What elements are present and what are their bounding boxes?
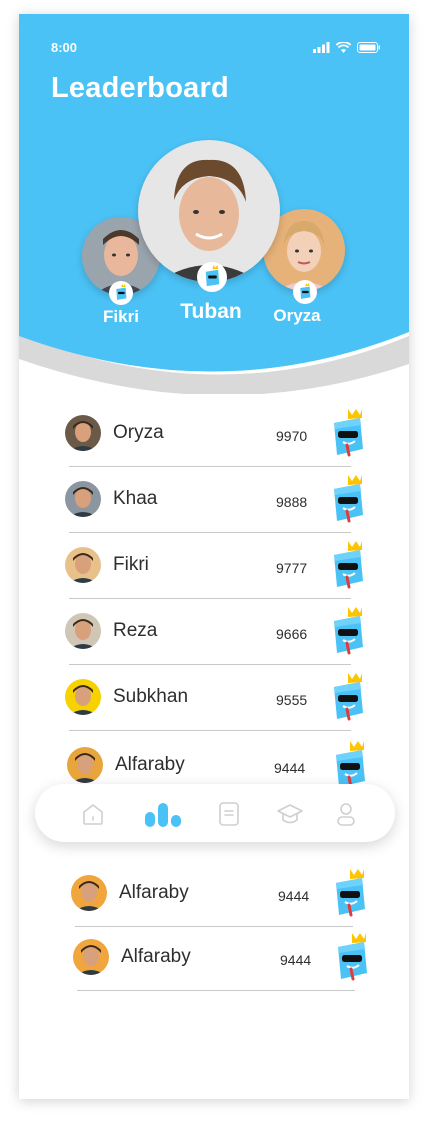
avatar[interactable] — [73, 939, 109, 975]
mascot-badge-icon — [334, 409, 363, 457]
leaderboard-row[interactable]: Alfaraby 9444 — [19, 861, 409, 927]
leaderboard-row[interactable]: Alfaraby 9444 — [19, 925, 409, 991]
player-score: 9444 — [280, 952, 312, 968]
mascot-badge-icon — [338, 933, 367, 981]
podium-badge-third — [293, 280, 317, 304]
player-score: 9555 — [276, 692, 308, 708]
wifi-icon — [336, 42, 351, 53]
avatar[interactable] — [65, 481, 101, 517]
player-name: Fikri — [113, 554, 149, 575]
player-score: 9888 — [276, 494, 308, 510]
mascot-badge-icon — [334, 607, 363, 655]
player-name: Khaa — [113, 488, 158, 509]
avatar[interactable] — [71, 875, 107, 911]
battery-icon — [357, 42, 380, 53]
player-score: 9666 — [276, 626, 308, 642]
podium-name-first: Tuban — [180, 300, 242, 323]
rank-badge — [331, 475, 365, 525]
player-score: 9444 — [278, 888, 310, 904]
nav-home[interactable] — [78, 799, 108, 829]
leaderboard-row[interactable]: Khaa 9888 — [19, 467, 409, 533]
avatar[interactable] — [65, 415, 101, 451]
podium-badge-first — [197, 262, 227, 292]
nav-leaderboard[interactable] — [143, 799, 183, 829]
phone-screen: 8:00 Leaderboard Fikri Oryza Tuban Oryza… — [19, 14, 409, 1099]
avatar[interactable] — [67, 747, 103, 783]
avatar[interactable] — [65, 613, 101, 649]
leaderboard-row[interactable]: Oryza 9970 — [19, 401, 409, 467]
nav-profile[interactable] — [331, 799, 361, 829]
player-name: Alfaraby — [121, 946, 191, 967]
podium-name-third: Oryza — [273, 306, 321, 325]
mascot-badge-icon — [334, 541, 363, 589]
rank-badge — [331, 607, 365, 657]
bottom-navigation-bar — [35, 784, 395, 842]
player-name: Reza — [113, 620, 158, 641]
book-icon — [219, 802, 239, 826]
player-name: Alfaraby — [119, 882, 189, 903]
podium-badge-second — [109, 281, 133, 305]
rank-badge — [331, 409, 365, 459]
player-name: Subkhan — [113, 686, 189, 707]
player-name: Alfaraby — [115, 754, 185, 775]
player-score: 9777 — [276, 560, 308, 576]
status-bar: 8:00 — [51, 40, 381, 58]
podium-avatar-first[interactable] — [138, 140, 280, 282]
rank-badge — [331, 673, 365, 723]
avatar[interactable] — [65, 547, 101, 583]
row-divider — [77, 990, 355, 991]
leaderboard-row[interactable]: Fikri 9777 — [19, 533, 409, 599]
nav-book[interactable] — [214, 799, 244, 829]
mascot-badge-icon — [334, 475, 363, 523]
player-score: 9970 — [276, 428, 308, 444]
leaderboard-row[interactable]: Reza 9666 — [19, 599, 409, 665]
status-time: 8:00 — [51, 40, 78, 55]
player-score: 9444 — [274, 760, 306, 776]
leaderboard-icon — [145, 803, 181, 827]
avatar[interactable] — [65, 679, 101, 715]
rank-badge — [331, 541, 365, 591]
page-title: Leaderboard — [51, 72, 229, 104]
graduation-cap-icon — [277, 804, 303, 824]
podium-name-second: Fikri — [103, 307, 139, 326]
row-divider — [69, 730, 351, 731]
player-name: Oryza — [113, 422, 164, 443]
rank-badge — [333, 869, 367, 919]
rank-badge — [335, 933, 369, 983]
mascot-badge-icon — [336, 869, 365, 917]
home-icon — [83, 804, 103, 825]
mascot-badge-icon — [334, 673, 363, 721]
nav-courses[interactable] — [275, 799, 305, 829]
leaderboard-row[interactable]: Subkhan 9555 — [19, 665, 409, 731]
signal-icon — [313, 42, 330, 53]
profile-icon — [337, 803, 355, 826]
